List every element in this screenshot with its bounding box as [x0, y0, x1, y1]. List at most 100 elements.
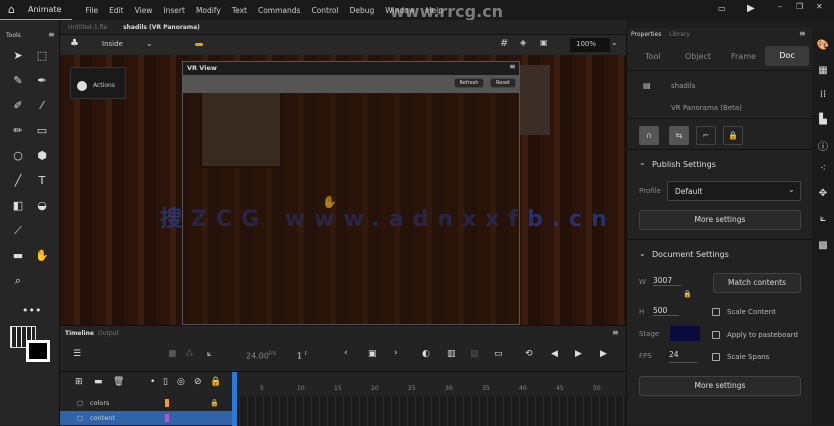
eraser-icon[interactable]: ◧: [10, 198, 26, 214]
mask-icon[interactable]: ◎: [177, 377, 185, 387]
step-back-icon[interactable]: ◀: [551, 349, 558, 359]
fps-display[interactable]: 24.00FPS: [246, 351, 276, 361]
panel-menu-icon[interactable]: ≡: [612, 328, 619, 337]
prev-keyframe-icon[interactable]: ‹: [344, 348, 348, 358]
tween-icon[interactable]: ▨: [470, 349, 479, 359]
edit-multiple-frames-icon[interactable]: ▥: [447, 349, 456, 359]
step-forward-icon[interactable]: ▶: [600, 349, 607, 359]
frame-ruler[interactable]: 5 10 15 20 25 30 35 40 45 50: [232, 372, 626, 396]
chevron-down-icon[interactable]: ⌄: [611, 38, 618, 47]
layer-name[interactable]: content: [90, 414, 115, 422]
paint-bucket-icon[interactable]: ◒: [34, 198, 50, 214]
clip-icon[interactable]: ◈: [520, 38, 526, 47]
subtab-doc[interactable]: Doc: [765, 46, 809, 66]
lock-icon[interactable]: 🔒: [723, 126, 743, 145]
visibility-icon[interactable]: ⊘: [194, 377, 202, 387]
link-lock-icon[interactable]: 🔒: [683, 290, 692, 298]
panel-menu-icon[interactable]: ≡: [48, 30, 55, 39]
apply-to-pasteboard-checkbox[interactable]: [712, 331, 720, 339]
layer-lock-icon[interactable]: 🔒: [210, 396, 219, 410]
color-icon[interactable]: 🎨: [816, 40, 830, 54]
tab-timeline[interactable]: Timeline: [65, 330, 94, 337]
assets-icon[interactable]: ⁞⁞: [816, 89, 830, 103]
tab-output[interactable]: Output: [98, 330, 119, 337]
play-icon[interactable]: ▶: [575, 349, 582, 359]
workspace-icon[interactable]: ▭: [718, 4, 726, 13]
selection-tool-icon[interactable]: ➤: [10, 48, 26, 64]
stage-color-swatch[interactable]: [670, 326, 700, 341]
scale-content-checkbox[interactable]: [712, 308, 720, 316]
center-stage-icon[interactable]: ▣: [540, 38, 548, 47]
close-icon[interactable]: ✕: [816, 2, 823, 11]
align-icon[interactable]: ⇆: [669, 126, 689, 145]
zoom-field[interactable]: 100%: [570, 38, 610, 52]
restore-icon[interactable]: ❐: [796, 2, 803, 11]
menu-commands[interactable]: Commands: [258, 6, 300, 15]
scale-spans-checkbox[interactable]: [712, 353, 720, 361]
free-transform-icon[interactable]: ⬚: [34, 48, 50, 64]
components-icon[interactable]: ✥: [816, 188, 830, 202]
refresh-button[interactable]: Refresh: [454, 78, 484, 88]
motion-presets-icon[interactable]: ⁖: [816, 163, 830, 177]
menu-modify[interactable]: Modify: [196, 6, 221, 15]
layers-icon[interactable]: ☰: [73, 349, 81, 359]
menu-edit[interactable]: Edit: [109, 6, 124, 15]
menu-debug[interactable]: Debug: [350, 6, 375, 15]
subtab-frame[interactable]: Frame: [731, 52, 756, 61]
pencil-icon[interactable]: ✏: [10, 123, 26, 139]
tab-library[interactable]: Library: [669, 31, 690, 38]
graph-icon[interactable]: ⟀: [207, 349, 212, 359]
tab-properties[interactable]: Properties: [631, 31, 661, 38]
oval-icon[interactable]: ○: [10, 148, 26, 164]
pen-icon[interactable]: ✒: [34, 73, 50, 89]
line-icon[interactable]: ╱: [10, 173, 26, 189]
document-more-settings-button[interactable]: More settings: [639, 376, 801, 396]
onion-skin-icon[interactable]: ◐: [422, 349, 430, 359]
align-panel-icon[interactable]: ▙: [816, 114, 830, 128]
brush-icon[interactable]: ⁄: [34, 98, 50, 114]
doc-tab-active[interactable]: shadils (VR Panorama): [115, 24, 208, 31]
subtab-object[interactable]: Object: [685, 52, 711, 61]
menu-file[interactable]: File: [86, 6, 99, 15]
menu-control[interactable]: Control: [311, 6, 338, 15]
layer-name[interactable]: colors: [90, 399, 109, 407]
layer-color[interactable]: [165, 414, 169, 422]
fill-color-swatch[interactable]: [26, 340, 50, 362]
insert-keyframe-icon[interactable]: ▣: [368, 349, 377, 359]
text-icon[interactable]: T: [34, 173, 50, 189]
polystar-icon[interactable]: ⬢: [34, 148, 50, 164]
menu-view[interactable]: View: [135, 6, 153, 15]
chevron-down-icon[interactable]: ⌄: [639, 249, 646, 258]
snap-icon[interactable]: ∩: [639, 126, 659, 145]
frame-grid[interactable]: [232, 396, 626, 426]
lock-all-icon[interactable]: 🔒: [210, 377, 221, 387]
hand-icon[interactable]: ✋: [34, 248, 50, 264]
chevron-down-icon[interactable]: ⌄: [639, 158, 646, 167]
chevron-down-icon[interactable]: ⌄: [146, 39, 153, 48]
publish-more-settings-button[interactable]: More settings: [639, 210, 801, 230]
new-layer-icon[interactable]: ⊞: [75, 377, 83, 387]
paint-brush-icon[interactable]: ✐: [10, 98, 26, 114]
panel-menu-icon[interactable]: ≡: [799, 29, 806, 38]
menu-insert[interactable]: Insert: [163, 6, 185, 15]
highlight-icon[interactable]: •: [150, 377, 155, 387]
outline-icon[interactable]: ▯: [163, 377, 168, 387]
parenting-icon[interactable]: ⁂: [185, 349, 194, 359]
zoom-icon[interactable]: ⌕: [10, 273, 26, 289]
home-icon[interactable]: ⌂: [8, 3, 15, 16]
scene-select[interactable]: Inside: [102, 40, 123, 48]
profile-select[interactable]: Default ⌄: [667, 181, 801, 201]
motion-editor-icon[interactable]: ⟀: [816, 213, 830, 227]
swatches-icon[interactable]: ▦: [816, 65, 830, 79]
layer-row[interactable]: ▢ colors 🔒: [60, 396, 232, 410]
more-tools-icon[interactable]: •••: [22, 303, 41, 319]
frame-view-icon[interactable]: ▭: [494, 349, 503, 359]
lasso-icon[interactable]: ✎: [10, 73, 26, 89]
height-input[interactable]: 500: [653, 306, 679, 316]
match-contents-button[interactable]: Match contents: [713, 273, 801, 293]
layer-color[interactable]: [165, 399, 169, 407]
width-input[interactable]: 3007: [653, 276, 681, 286]
test-movie-icon[interactable]: ▶: [747, 3, 755, 14]
eyedropper-icon[interactable]: ⟋: [10, 223, 26, 239]
frame-picker-icon[interactable]: ▩: [816, 240, 830, 254]
